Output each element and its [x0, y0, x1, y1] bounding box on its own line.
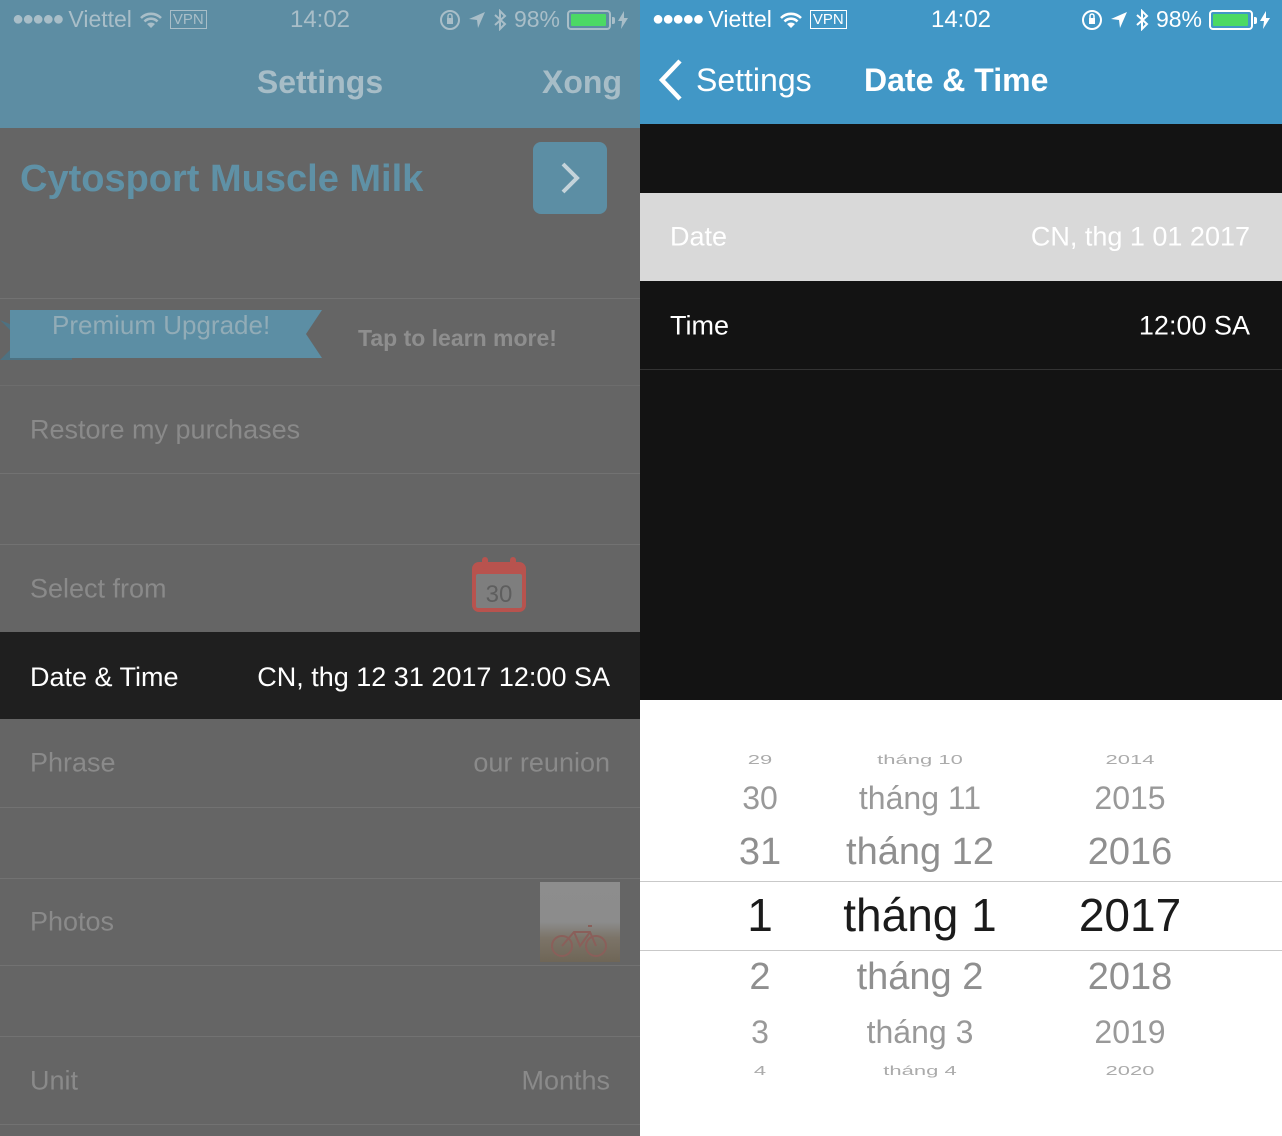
picker-month-item[interactable]: tháng 2 [820, 956, 1020, 999]
calendar-icon[interactable]: 30 [470, 556, 528, 614]
picker-day-item[interactable]: 3 [700, 1014, 820, 1051]
spacer-row [0, 808, 640, 879]
picker-month-item[interactable]: tháng 12 [820, 831, 1020, 874]
battery-level-fill [571, 13, 606, 26]
picker-month-item[interactable]: tháng 10 [820, 752, 1020, 768]
bicycle-icon [551, 925, 607, 957]
restore-purchases-label: Restore my purchases [30, 414, 301, 444]
settings-navbar: ●●●●● Viettel VPN 14:02 98% Settings Xon… [0, 0, 640, 128]
product-chevron-button[interactable] [533, 142, 607, 214]
bluetooth-icon [1136, 8, 1149, 31]
picker-year-item[interactable]: 2014 [1040, 752, 1220, 768]
picker-year-item[interactable]: 2016 [1040, 831, 1220, 874]
chevron-left-icon [658, 59, 682, 101]
back-button[interactable]: Settings [658, 58, 812, 102]
picker-selection-bottom-line [640, 950, 1282, 951]
back-label: Settings [696, 61, 812, 98]
unit-row[interactable]: Unit Months [0, 1037, 640, 1125]
date-time-label: Date & Time [30, 662, 179, 692]
restore-purchases-row[interactable]: Restore my purchases [0, 386, 640, 474]
location-arrow-icon [468, 11, 485, 28]
location-arrow-icon [1110, 11, 1127, 28]
picker-day-item[interactable]: 29 [700, 752, 820, 768]
time-row[interactable]: Time 12:00 SA [640, 283, 1282, 370]
unit-label: Unit [30, 1065, 79, 1095]
spacer-row [0, 966, 640, 1037]
nav-title: Date & Time [864, 62, 1049, 98]
phrase-label: Phrase [30, 747, 116, 778]
status-bar: ●●●●● Viettel VPN 14:02 98% [0, 0, 640, 40]
charging-bolt-icon [1260, 10, 1270, 29]
date-time-navbar: ●●●●● Viettel VPN 14:02 98% Settings Dat… [640, 0, 1282, 124]
calendar-day: 30 [486, 581, 513, 608]
battery-level-fill [1213, 13, 1248, 26]
premium-upgrade-label: Premium Upgrade! [52, 310, 271, 340]
picker-month-item[interactable]: tháng 3 [820, 1014, 1020, 1051]
spacer-row [0, 474, 640, 545]
status-bar: ●●●●● Viettel VPN 14:02 98% [640, 0, 1282, 40]
picker-month-item[interactable]: tháng 1 [820, 888, 1020, 942]
picker-selection-top-line [640, 881, 1282, 882]
date-row[interactable]: Date CN, thg 1 01 2017 [640, 193, 1282, 281]
date-time-row[interactable]: Date & Time CN, thg 12 31 2017 12:00 SA [0, 632, 640, 719]
bluetooth-icon [494, 8, 507, 31]
picker-day-item[interactable]: 1 [700, 888, 820, 942]
product-title: Cytosport Muscle Milk [20, 158, 424, 200]
picker-year-item[interactable]: 2020 [1040, 1063, 1220, 1079]
photo-thumbnail[interactable] [540, 882, 620, 962]
picker-year-item[interactable]: 2017 [1040, 888, 1220, 942]
date-label: Date [670, 221, 728, 252]
time-value: 12:00 SA [1138, 310, 1250, 341]
unit-value: Months [521, 1065, 610, 1095]
select-from-row[interactable]: Select from [0, 545, 640, 632]
select-from-label: Select from [30, 573, 167, 603]
rotation-lock-icon [1081, 9, 1102, 30]
picker-day-item[interactable]: 2 [700, 956, 820, 999]
battery-percent: 98% [1155, 6, 1202, 32]
phrase-row[interactable]: Phrase our reunion [0, 719, 640, 808]
picker-month-item[interactable]: tháng 4 [820, 1063, 1020, 1079]
phrase-value: our reunion [473, 747, 610, 778]
battery-percent: 98% [513, 6, 560, 32]
picker-month-item[interactable]: tháng 11 [820, 780, 1020, 817]
date-picker[interactable]: 29 30 31 1 2 3 4 tháng 10 tháng 11 tháng 12 tháng… [640, 700, 1282, 1136]
picker-year-item[interactable]: 2015 [1040, 780, 1220, 817]
battery-icon [1209, 9, 1257, 30]
picker-year-item[interactable]: 2019 [1040, 1014, 1220, 1051]
done-button[interactable]: Xong [542, 64, 622, 101]
date-time-screen: ●●●●● Viettel VPN 14:02 98% Settings Dat… [640, 0, 1282, 1136]
picker-day-item[interactable]: 31 [700, 831, 820, 874]
rotation-lock-icon [439, 9, 460, 30]
date-value: CN, thg 1 01 2017 [1030, 221, 1250, 252]
picker-day-item[interactable]: 30 [700, 780, 820, 817]
premium-upgrade-sub: Tap to learn more! [358, 325, 557, 351]
picker-day-item[interactable]: 4 [700, 1063, 820, 1079]
photos-label: Photos [30, 906, 115, 937]
settings-screen-dimmed: ●●●●● Viettel VPN 14:02 98% Settings Xon… [0, 0, 640, 1136]
date-time-value: CN, thg 12 31 2017 12:00 SA [257, 662, 610, 692]
time-label: Time [670, 310, 729, 341]
charging-bolt-icon [618, 10, 628, 29]
battery-icon [567, 9, 615, 30]
picker-year-item[interactable]: 2018 [1040, 956, 1220, 999]
chevron-right-icon [561, 162, 580, 194]
